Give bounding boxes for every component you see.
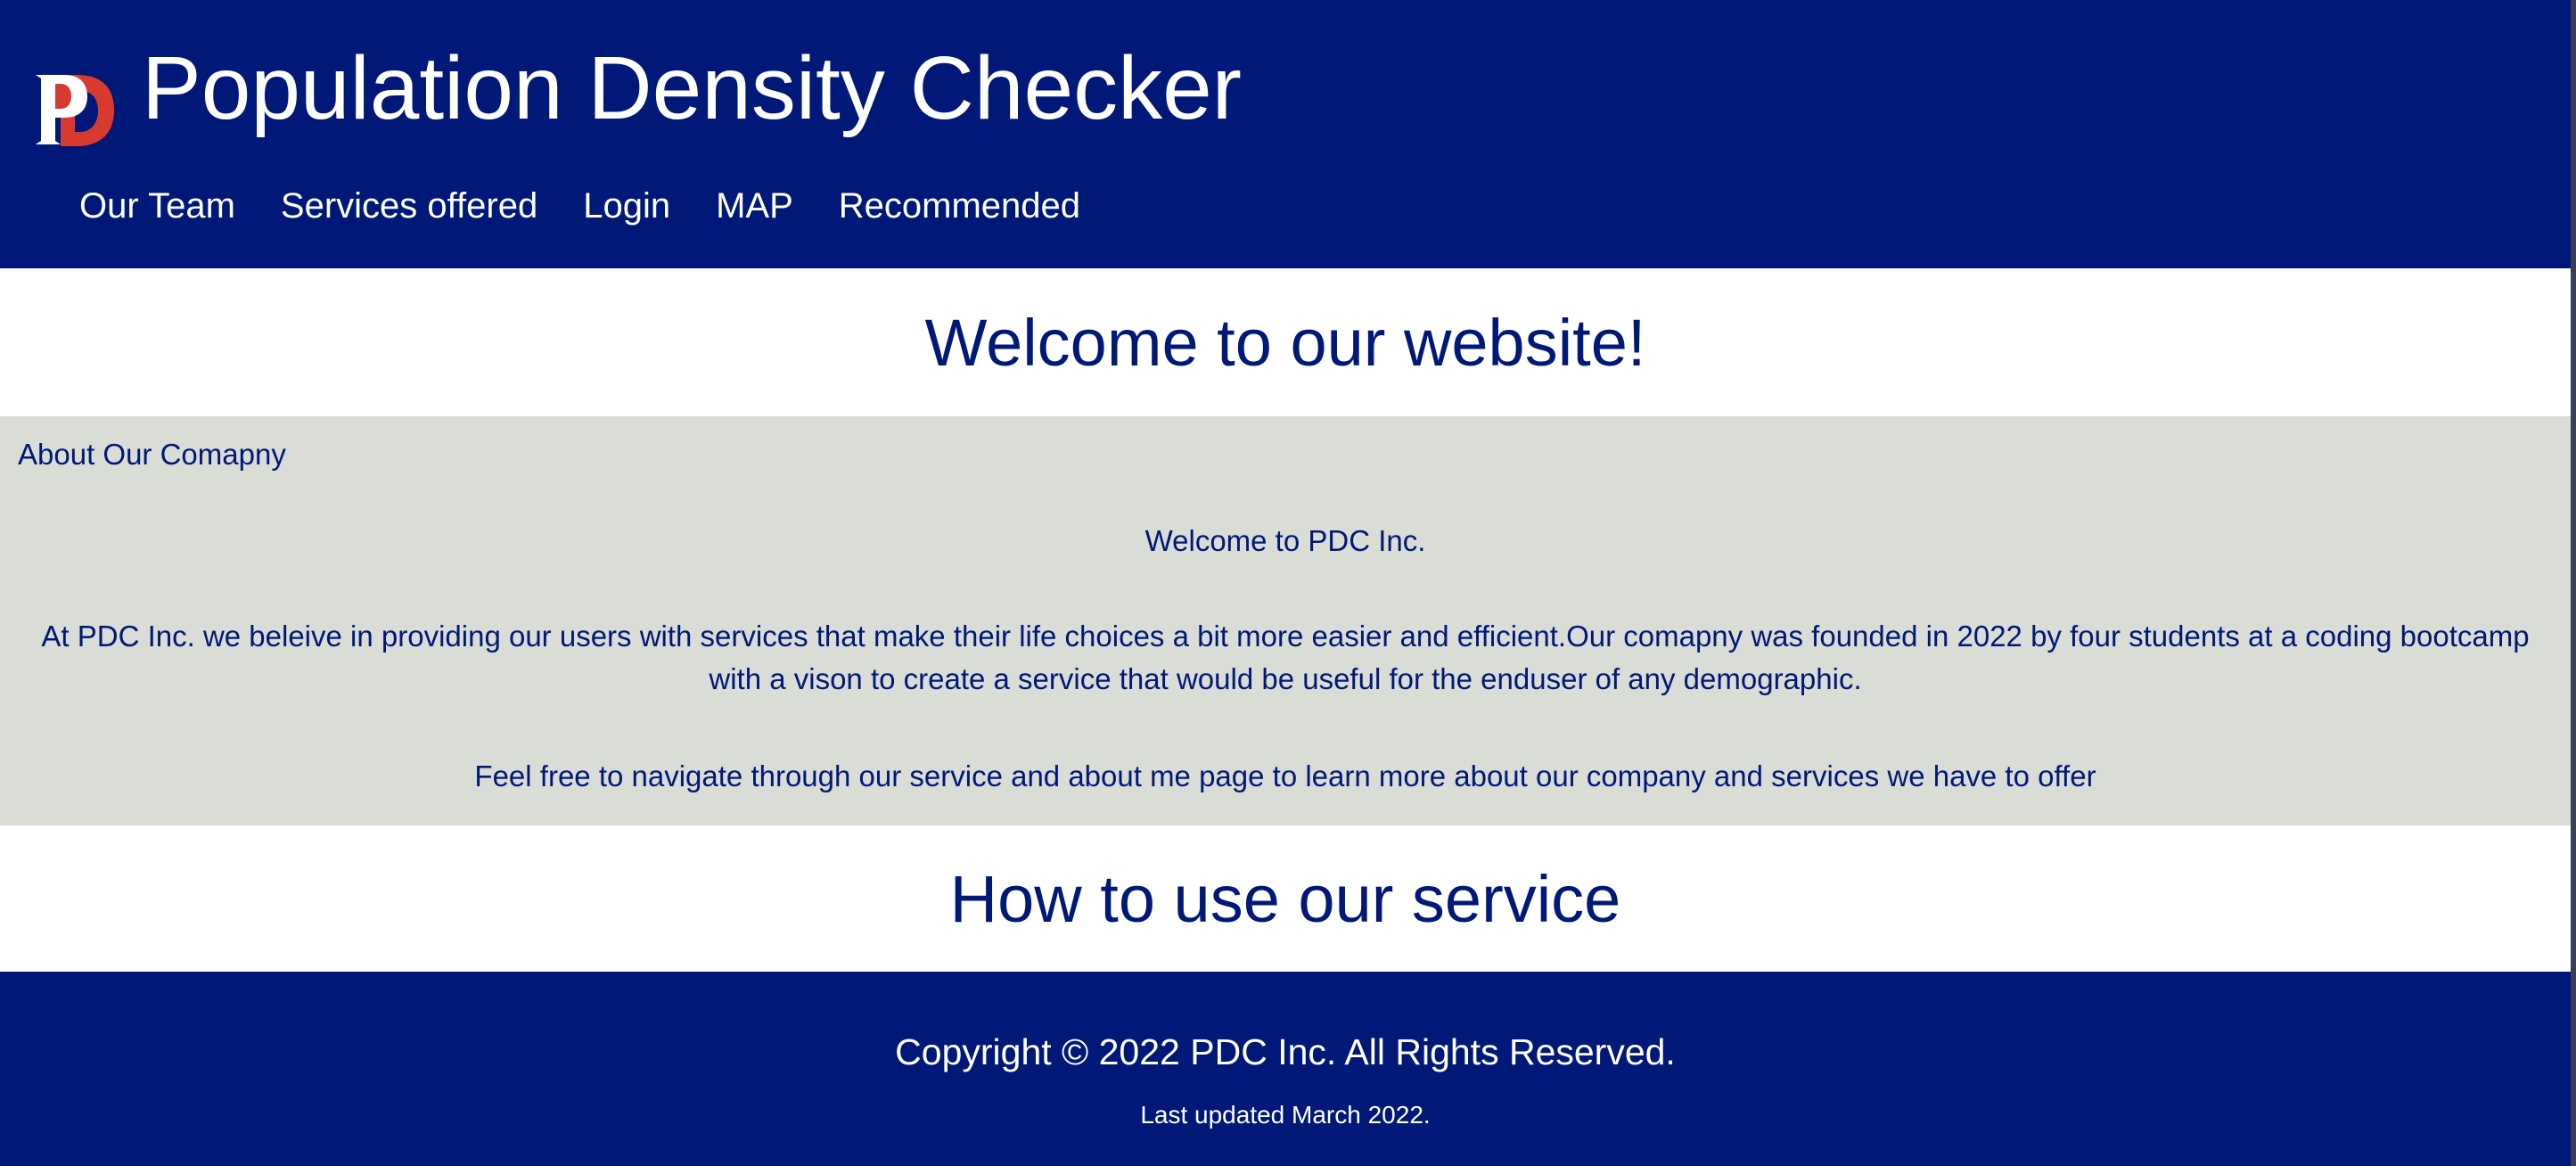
nav-link-login[interactable]: Login bbox=[583, 182, 670, 230]
window-edge bbox=[2571, 0, 2576, 1166]
footer-last-updated: Last updated March 2022. bbox=[1140, 1101, 1431, 1129]
nav-link-services-offered[interactable]: Services offered bbox=[281, 182, 537, 230]
welcome-heading: Welcome to our website! bbox=[924, 305, 1646, 380]
nav-link-map[interactable]: MAP bbox=[716, 182, 793, 230]
site-title: Population Density Checker bbox=[142, 38, 1242, 138]
page: Population Density Checker Our Team Serv… bbox=[0, 0, 2571, 1166]
site-header: Population Density Checker Our Team Serv… bbox=[0, 0, 2571, 268]
nav-link-our-team[interactable]: Our Team bbox=[79, 182, 235, 230]
about-description: At PDC Inc. we beleive in providing our … bbox=[41, 620, 2530, 695]
about-navigate-line: Feel free to navigate through our servic… bbox=[474, 760, 2096, 792]
howto-heading: How to use our service bbox=[949, 861, 1621, 936]
main-nav: Our Team Services offered Login MAP Reco… bbox=[79, 182, 1080, 230]
about-welcome-line: Welcome to PDC Inc. bbox=[1144, 524, 1426, 557]
footer-copyright: Copyright © 2022 PDC Inc. All Rights Res… bbox=[895, 1031, 1676, 1072]
howto-section: How to use our service bbox=[0, 825, 2571, 972]
nav-link-recommended[interactable]: Recommended bbox=[839, 182, 1080, 230]
welcome-section: Welcome to our website! bbox=[0, 268, 2571, 416]
about-heading: About Our Comapny bbox=[18, 438, 286, 471]
pd-logo-icon[interactable] bbox=[34, 71, 116, 148]
